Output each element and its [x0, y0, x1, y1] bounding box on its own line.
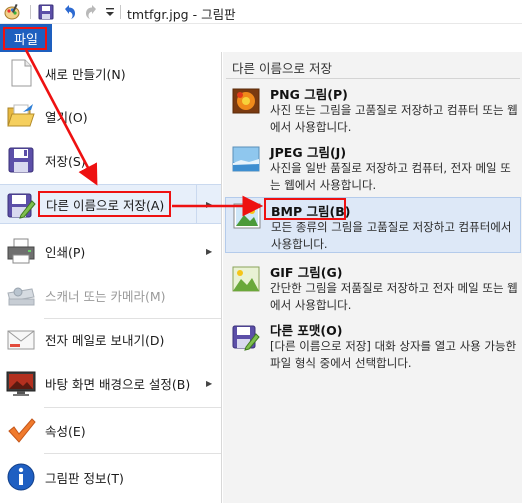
menu-item-label: 전자 메일로 보내기(D) [45, 332, 165, 348]
menu-item-label: 저장(S) [45, 153, 86, 169]
menu-separator [44, 453, 221, 454]
undo-icon[interactable] [60, 3, 78, 21]
submenu-item-title: GIF 그림(G) [270, 265, 343, 280]
menu-item-print[interactable]: 인쇄(P) ▶ [0, 232, 221, 270]
menu-item-label: 새로 만들기(N) [45, 66, 126, 82]
window-title: tmtfgr.jpg - 그림판 [127, 7, 236, 22]
menu-item-set-desktop-background[interactable]: 바탕 화면 배경으로 설정(B) ▶ [0, 364, 221, 402]
info-icon [5, 461, 37, 493]
menu-item-new[interactable]: 새로 만들기(N) [0, 56, 221, 90]
printer-icon [5, 235, 37, 267]
submenu-title: 다른 이름으로 저장 [232, 61, 332, 76]
menu-item-label: 속성(E) [45, 423, 86, 439]
menu-separator [44, 407, 221, 408]
menu-item-label: 그림판 정보(T) [45, 470, 124, 486]
menu-item-label: 바탕 화면 배경으로 설정(B) [45, 376, 191, 392]
menu-item-email[interactable]: 전자 메일로 보내기(D) [0, 321, 221, 357]
submenu-item-title: PNG 그림(P) [270, 87, 348, 102]
bmp-image-icon [232, 201, 262, 231]
checkmark-icon [5, 414, 37, 446]
quick-access-separator [120, 5, 121, 19]
submenu-item-other-format[interactable]: 다른 포맷(O) [다른 이름으로 저장] 대화 상자를 열고 사용 가능한 파… [225, 320, 521, 376]
submenu-item-description: 사진 또는 그림을 고품질로 저장하고 컴퓨터 또는 웹에서 사용합니다. [270, 103, 518, 134]
submenu-item-description: 사진을 일반 품질로 저장하고 컴퓨터, 전자 메일 또는 웹에서 사용합니다. [270, 161, 511, 192]
save-as-icon [5, 189, 37, 221]
open-folder-icon [5, 100, 37, 132]
email-icon [5, 323, 37, 355]
new-document-icon [5, 57, 37, 89]
menu-item-label: 스캐너 또는 카메라(M) [45, 288, 166, 304]
gif-image-icon [231, 264, 261, 294]
jpeg-image-icon [231, 144, 261, 174]
submenu-split-divider [196, 185, 197, 223]
menu-item-save-as[interactable]: 다른 이름으로 저장(A) ▶ [0, 184, 221, 224]
submenu-item-jpeg[interactable]: JPEG 그림(J) 사진을 일반 품질로 저장하고 컴퓨터, 전자 메일 또는… [225, 142, 521, 196]
customize-dropdown-icon[interactable] [104, 3, 116, 21]
menu-separator [44, 318, 221, 319]
menu-item-about[interactable]: 그림판 정보(T) [0, 458, 221, 496]
submenu-item-png[interactable]: PNG 그림(P) 사진 또는 그림을 고품질로 저장하고 컴퓨터 또는 웹에서… [225, 84, 521, 138]
redo-icon[interactable] [83, 3, 101, 21]
submenu-item-description: 간단한 그림을 저품질로 저장하고 전자 메일 또는 웹에서 사용합니다. [270, 281, 518, 312]
submenu-item-description: [다른 이름으로 저장] 대화 상자를 열고 사용 가능한 파일 형식 중에서 … [270, 339, 517, 370]
save-disk-icon [5, 144, 37, 176]
file-menu-button[interactable]: 파일 [0, 24, 52, 52]
menu-item-label: 열기(O) [45, 109, 88, 125]
menu-item-scanner: 스캐너 또는 카메라(M) [0, 276, 221, 314]
submenu-arrow-icon: ▶ [206, 246, 213, 256]
submenu-arrow-icon: ▶ [206, 199, 213, 209]
desktop-background-icon [5, 367, 37, 399]
submenu-arrow-icon: ▶ [206, 378, 213, 388]
menu-item-label: 다른 이름으로 저장(A) [46, 197, 165, 213]
submenu-item-title: BMP 그림(B) [271, 204, 351, 219]
submenu-item-title: JPEG 그림(J) [270, 145, 347, 160]
title-bar: tmtfgr.jpg - 그림판 [0, 0, 522, 24]
file-menu-label: 파일 [14, 32, 38, 48]
submenu-title-divider [226, 78, 520, 79]
paint-app-icon[interactable] [3, 3, 21, 21]
submenu-item-title: 다른 포맷(O) [270, 323, 343, 338]
other-format-icon [231, 322, 261, 352]
menu-item-save[interactable]: 저장(S) [0, 142, 221, 178]
menu-item-properties[interactable]: 속성(E) [0, 411, 221, 449]
menu-item-label: 인쇄(P) [45, 244, 86, 260]
quick-access-separator [30, 5, 31, 19]
png-image-icon [231, 86, 261, 116]
submenu-item-gif[interactable]: GIF 그림(G) 간단한 그림을 저품질로 저장하고 전자 메일 또는 웹에서… [225, 262, 521, 316]
save-icon[interactable] [37, 3, 55, 21]
menu-item-open[interactable]: 열기(O) [0, 98, 221, 134]
submenu-item-description: 모든 종류의 그림을 고품질로 저장하고 컴퓨터에서 사용합니다. [271, 220, 512, 251]
scanner-icon [5, 279, 37, 311]
submenu-item-bmp[interactable]: BMP 그림(B) 모든 종류의 그림을 고품질로 저장하고 컴퓨터에서 사용합… [225, 197, 521, 253]
